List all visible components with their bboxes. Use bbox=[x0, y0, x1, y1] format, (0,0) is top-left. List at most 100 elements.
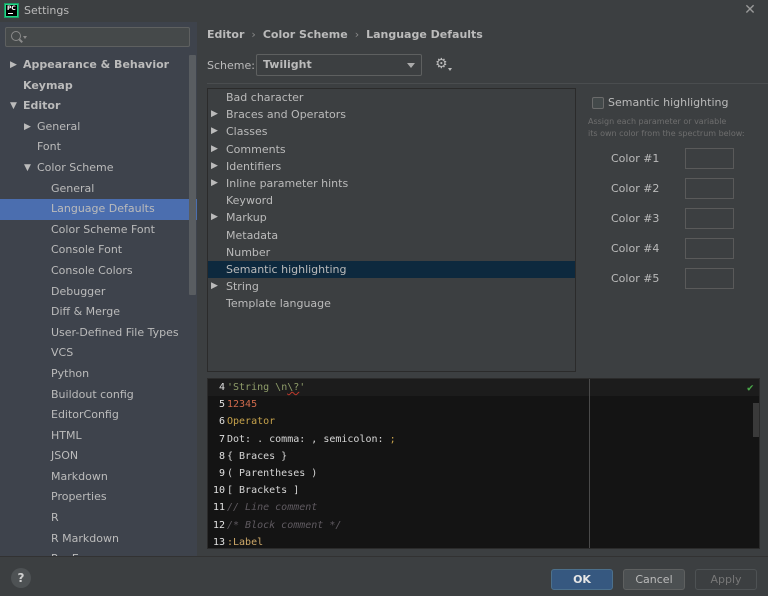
sidebar-item-general[interactable]: ▶ General bbox=[0, 117, 197, 138]
description-line: its own color from the spectrum below: bbox=[588, 129, 745, 138]
gear-dropdown-icon bbox=[448, 68, 452, 71]
semantic-highlighting-label[interactable]: Semantic highlighting bbox=[608, 96, 728, 109]
attribute-item-string[interactable]: ▶ String bbox=[208, 278, 575, 295]
sidebar-item-label: General bbox=[37, 119, 81, 133]
color-swatch-5[interactable] bbox=[685, 268, 734, 289]
help-button[interactable]: ? bbox=[11, 568, 31, 588]
sidebar-item-properties[interactable]: Properties bbox=[0, 487, 197, 508]
line-number: 11 bbox=[212, 502, 225, 514]
sidebar-item-label: Diff & Merge bbox=[51, 305, 121, 319]
attribute-item-markup[interactable]: ▶ Markup bbox=[208, 209, 575, 226]
chevron-right-icon[interactable]: ▶ bbox=[211, 123, 218, 140]
code-line: 9( Parentheses ) bbox=[208, 465, 759, 482]
sidebar-item-editorconfig[interactable]: EditorConfig bbox=[0, 405, 197, 426]
attribute-item-keyword[interactable]: Keyword bbox=[208, 192, 575, 209]
settings-tree: ▶ Appearance & Behavior Keymap ▼ Editor ▶ Gene… bbox=[0, 55, 197, 556]
ok-button[interactable]: OK bbox=[551, 569, 613, 590]
attribute-item-label: Inline parameter hints bbox=[226, 176, 349, 190]
sidebar-item-debugger[interactable]: Debugger bbox=[0, 282, 197, 303]
settings-search-input[interactable] bbox=[5, 27, 190, 47]
color-label: Color #2 bbox=[611, 182, 660, 195]
inspection-ok-icon[interactable]: ✔ bbox=[747, 381, 754, 394]
sidebar-item-label: General bbox=[51, 181, 95, 195]
sidebar-item-html[interactable]: HTML bbox=[0, 426, 197, 447]
attribute-item-metadata[interactable]: Metadata bbox=[208, 227, 575, 244]
sidebar-item-console-colors[interactable]: Console Colors bbox=[0, 261, 197, 282]
sidebar-item-label: Font bbox=[37, 140, 61, 154]
sidebar-item-appearance-behavior[interactable]: ▶ Appearance & Behavior bbox=[0, 55, 197, 76]
sidebar-item-label: Keymap bbox=[23, 78, 73, 92]
attribute-item-semantic-highlighting[interactable]: Semantic highlighting bbox=[208, 260, 575, 279]
sidebar-item-json[interactable]: JSON bbox=[0, 446, 197, 467]
chevron-right-icon[interactable]: ▶ bbox=[211, 278, 218, 295]
sidebar-item-keymap[interactable]: Keymap bbox=[0, 76, 197, 97]
sidebar-item-python[interactable]: Python bbox=[0, 364, 197, 385]
chevron-right-icon[interactable]: ▶ bbox=[10, 55, 17, 76]
attribute-item-identifiers[interactable]: ▶ Identifiers bbox=[208, 158, 575, 175]
apply-button[interactable]: Apply bbox=[695, 569, 757, 590]
sidebar-item-console-font[interactable]: Console Font bbox=[0, 240, 197, 261]
sidebar-item-general[interactable]: General bbox=[0, 179, 197, 200]
sidebar-item-font[interactable]: Font bbox=[0, 137, 197, 158]
chevron-right-icon[interactable]: ▶ bbox=[211, 175, 218, 192]
close-icon[interactable]: ✕ bbox=[742, 2, 758, 18]
color-row-5: Color #5 bbox=[588, 268, 766, 290]
breadcrumb-item-editor: Editor bbox=[207, 28, 245, 41]
sidebar-item-user-defined-file-types[interactable]: User-Defined File Types bbox=[0, 323, 197, 344]
sidebar-item-r-markdown[interactable]: R Markdown bbox=[0, 529, 197, 550]
chevron-right-icon[interactable]: ▶ bbox=[24, 117, 31, 138]
chevron-right-icon[interactable]: ▶ bbox=[211, 141, 218, 158]
chevron-down-icon bbox=[407, 63, 415, 68]
sidebar-item-r[interactable]: R bbox=[0, 508, 197, 529]
code-line: 8{ Braces } bbox=[208, 448, 759, 465]
color-label: Color #1 bbox=[611, 152, 660, 165]
app-icon-text: PC bbox=[6, 5, 17, 16]
attribute-item-inline-parameter-hints[interactable]: ▶ Inline parameter hints bbox=[208, 175, 575, 192]
sidebar-item-language-defaults[interactable]: Language Defaults bbox=[0, 199, 197, 220]
search-history-dropdown-icon[interactable] bbox=[23, 36, 27, 39]
sidebar-item-editor[interactable]: ▼ Editor bbox=[0, 96, 197, 117]
chevron-down-icon[interactable]: ▼ bbox=[10, 96, 17, 117]
sidebar-item-color-scheme-font[interactable]: Color Scheme Font bbox=[0, 220, 197, 241]
sidebar-item-markdown[interactable]: Markdown bbox=[0, 467, 197, 488]
sidebar-item-vcs[interactable]: VCS bbox=[0, 343, 197, 364]
color-swatch-2[interactable] bbox=[685, 178, 734, 199]
chevron-down-icon[interactable]: ▼ bbox=[24, 158, 31, 179]
attribute-item-number[interactable]: Number bbox=[208, 244, 575, 261]
breadcrumb-item-color-scheme: Color Scheme bbox=[262, 28, 348, 41]
search-icon bbox=[11, 31, 21, 41]
color-swatch-1[interactable] bbox=[685, 148, 734, 169]
code-line: 7 Dot: . comma: , semicolon: ; bbox=[208, 431, 759, 448]
color-swatch-3[interactable] bbox=[685, 208, 734, 229]
color-row-2: Color #2 bbox=[588, 178, 766, 200]
code-preview[interactable]: 4 'String \n\?' 5 12345 6 Operator 7 Dot: . com… bbox=[207, 378, 760, 549]
attribute-item-bad-character[interactable]: Bad character bbox=[208, 89, 575, 106]
attribute-tree: Bad character ▶ Braces and Operators ▶ Class… bbox=[207, 88, 576, 372]
chevron-right-icon[interactable]: ▶ bbox=[211, 158, 218, 175]
sidebar-item-label: Markdown bbox=[51, 469, 108, 483]
attribute-item-classes[interactable]: ▶ Classes bbox=[208, 123, 575, 140]
attribute-item-braces-and-operators[interactable]: ▶ Braces and Operators bbox=[208, 106, 575, 123]
chevron-right-icon[interactable]: ▶ bbox=[211, 106, 218, 123]
sidebar-item-label: RegExp bbox=[51, 549, 92, 556]
sidebar-item-color-scheme[interactable]: ▼ Color Scheme bbox=[0, 158, 197, 179]
sidebar-item-regexp[interactable]: RegExp bbox=[0, 549, 197, 556]
chevron-right-icon[interactable]: ▶ bbox=[211, 209, 218, 226]
scheme-dropdown[interactable]: Twilight bbox=[256, 54, 422, 76]
attribute-item-template-language[interactable]: Template language bbox=[208, 295, 575, 312]
sidebar-item-label: EditorConfig bbox=[51, 408, 119, 422]
sidebar-scrollbar[interactable] bbox=[189, 55, 196, 295]
preview-scrollbar[interactable] bbox=[753, 403, 759, 437]
semantic-highlighting-checkbox[interactable] bbox=[592, 97, 604, 109]
breadcrumb-item-language-defaults: Language Defaults bbox=[366, 28, 483, 41]
color-swatch-4[interactable] bbox=[685, 238, 734, 259]
sidebar-item-diff-merge[interactable]: Diff & Merge bbox=[0, 302, 197, 323]
color-row-4: Color #4 bbox=[588, 238, 766, 260]
gear-icon[interactable]: ⚙ bbox=[435, 57, 449, 71]
sidebar-item-label: Appearance & Behavior bbox=[23, 58, 170, 71]
code-line: 11// Line comment bbox=[208, 499, 759, 516]
sidebar-item-buildout-config[interactable]: Buildout config bbox=[0, 385, 197, 406]
attribute-item-comments[interactable]: ▶ Comments bbox=[208, 141, 575, 158]
cancel-button[interactable]: Cancel bbox=[623, 569, 685, 590]
sidebar-item-label: Console Font bbox=[51, 243, 123, 257]
